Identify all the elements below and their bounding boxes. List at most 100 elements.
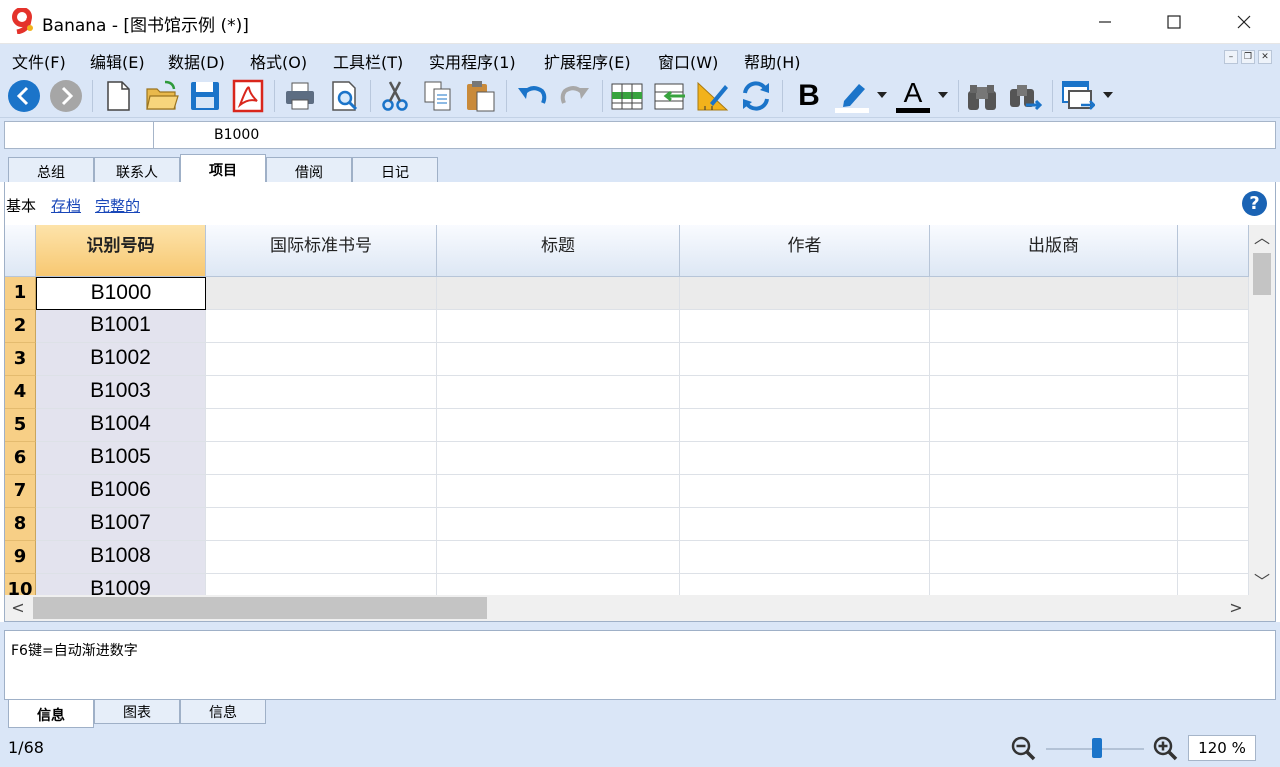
cell-author[interactable] [680,541,930,574]
mdi-close-icon[interactable]: ✕ [1258,50,1272,64]
zoom-in-icon[interactable] [1152,735,1178,761]
zoom-out-icon[interactable] [1010,735,1036,761]
save-button[interactable] [187,78,223,114]
row-number[interactable]: 7 [5,475,36,508]
tab-messages[interactable]: 信息 [180,700,266,724]
cell-more[interactable] [1178,442,1249,475]
menu-file[interactable]: 文件(F) [12,49,66,73]
cell-id[interactable]: B1000 [36,277,206,310]
row-number[interactable]: 10 [5,574,36,595]
cell-isbn[interactable] [206,277,437,310]
cell-publisher[interactable] [930,442,1178,475]
cell-id[interactable]: B1005 [36,442,206,475]
menu-data[interactable]: 数据(D) [168,49,225,73]
cell-publisher[interactable] [930,574,1178,595]
print-button[interactable] [282,78,318,114]
horizontal-scroll-thumb[interactable] [33,597,487,619]
cell-publisher[interactable] [930,310,1178,343]
cell-title[interactable] [437,475,680,508]
cell-more[interactable] [1178,277,1249,310]
cell-title[interactable] [437,277,680,310]
view-basic[interactable]: 基本 [6,195,36,216]
cell-id[interactable]: B1003 [36,376,206,409]
tab-charts[interactable]: 图表 [94,700,180,724]
cell-more[interactable] [1178,508,1249,541]
column-header-more[interactable] [1178,225,1249,277]
cell-name-field[interactable] [4,121,154,149]
column-header-title[interactable]: 标题 [437,225,680,277]
recalculate-button[interactable] [738,78,774,114]
cell-more[interactable] [1178,475,1249,508]
row-number[interactable]: 8 [5,508,36,541]
cell-more[interactable] [1178,541,1249,574]
column-header-id[interactable]: 识别号码 [36,225,206,277]
row-number[interactable]: 2 [5,310,36,343]
cell-isbn[interactable] [206,409,437,442]
tab-items[interactable]: 项目 [180,154,266,183]
format-columns-button[interactable] [695,78,731,114]
window-arrange-dropdown-icon[interactable] [1103,92,1113,98]
cell-more[interactable] [1178,343,1249,376]
menu-format[interactable]: 格式(O) [250,49,307,73]
cell-isbn[interactable] [206,376,437,409]
cell-title[interactable] [437,508,680,541]
print-preview-button[interactable] [327,78,363,114]
menu-edit[interactable]: 编辑(E) [90,49,145,73]
cell-more[interactable] [1178,574,1249,595]
cell-title[interactable] [437,376,680,409]
cell-isbn[interactable] [206,541,437,574]
tab-groups[interactable]: 总组 [8,157,94,183]
menu-extensions[interactable]: 扩展程序(E) [544,49,631,73]
header-corner[interactable] [5,225,36,277]
column-header-author[interactable]: 作者 [680,225,930,277]
cell-title[interactable] [437,343,680,376]
cell-id[interactable]: B1007 [36,508,206,541]
scroll-down-icon[interactable]: ﹀ [1249,569,1275,595]
cell-isbn[interactable] [206,475,437,508]
close-button[interactable] [1221,0,1267,44]
cell-title[interactable] [437,409,680,442]
menu-window[interactable]: 窗口(W) [658,49,718,73]
scroll-up-icon[interactable]: ︿ [1249,225,1275,251]
cell-publisher[interactable] [930,376,1178,409]
minimize-button[interactable] [1082,0,1128,44]
find-button[interactable] [964,78,1000,114]
horizontal-scrollbar[interactable]: < > [5,595,1275,621]
cut-button[interactable] [377,78,413,114]
row-number[interactable]: 1 [5,277,36,310]
move-row-button[interactable] [652,78,688,114]
view-archive-link[interactable]: 存档 [51,195,81,216]
tab-contacts[interactable]: 联系人 [94,157,180,183]
font-color-dropdown-icon[interactable] [938,92,948,98]
row-number[interactable]: 6 [5,442,36,475]
cell-id[interactable]: B1008 [36,541,206,574]
cell-title[interactable] [437,442,680,475]
cell-id[interactable]: B1009 [36,574,206,595]
cell-id[interactable]: B1006 [36,475,206,508]
font-color-button[interactable]: A [895,78,931,114]
cell-author[interactable] [680,310,930,343]
undo-button[interactable] [514,78,550,114]
cell-isbn[interactable] [206,442,437,475]
cell-more[interactable] [1178,310,1249,343]
export-pdf-button[interactable] [230,78,266,114]
menu-help[interactable]: 帮助(H) [744,49,801,73]
scroll-right-icon[interactable]: > [1223,595,1249,621]
cell-title[interactable] [437,310,680,343]
mdi-restore-icon[interactable]: ❐ [1241,50,1255,64]
cell-isbn[interactable] [206,574,437,595]
cell-publisher[interactable] [930,409,1178,442]
open-file-button[interactable] [144,78,180,114]
new-file-button[interactable] [100,78,136,114]
redo-button[interactable] [557,78,593,114]
cell-author[interactable] [680,508,930,541]
column-header-publisher[interactable]: 出版商 [930,225,1178,277]
tab-info[interactable]: 信息 [8,700,94,728]
tab-loans[interactable]: 借阅 [266,157,352,183]
mdi-minimize-icon[interactable]: – [1224,50,1238,64]
cell-author[interactable] [680,277,930,310]
menu-toolbar[interactable]: 工具栏(T) [333,49,403,73]
bold-button[interactable]: B [791,78,827,114]
cell-author[interactable] [680,574,930,595]
column-header-isbn[interactable]: 国际标准书号 [206,225,437,277]
